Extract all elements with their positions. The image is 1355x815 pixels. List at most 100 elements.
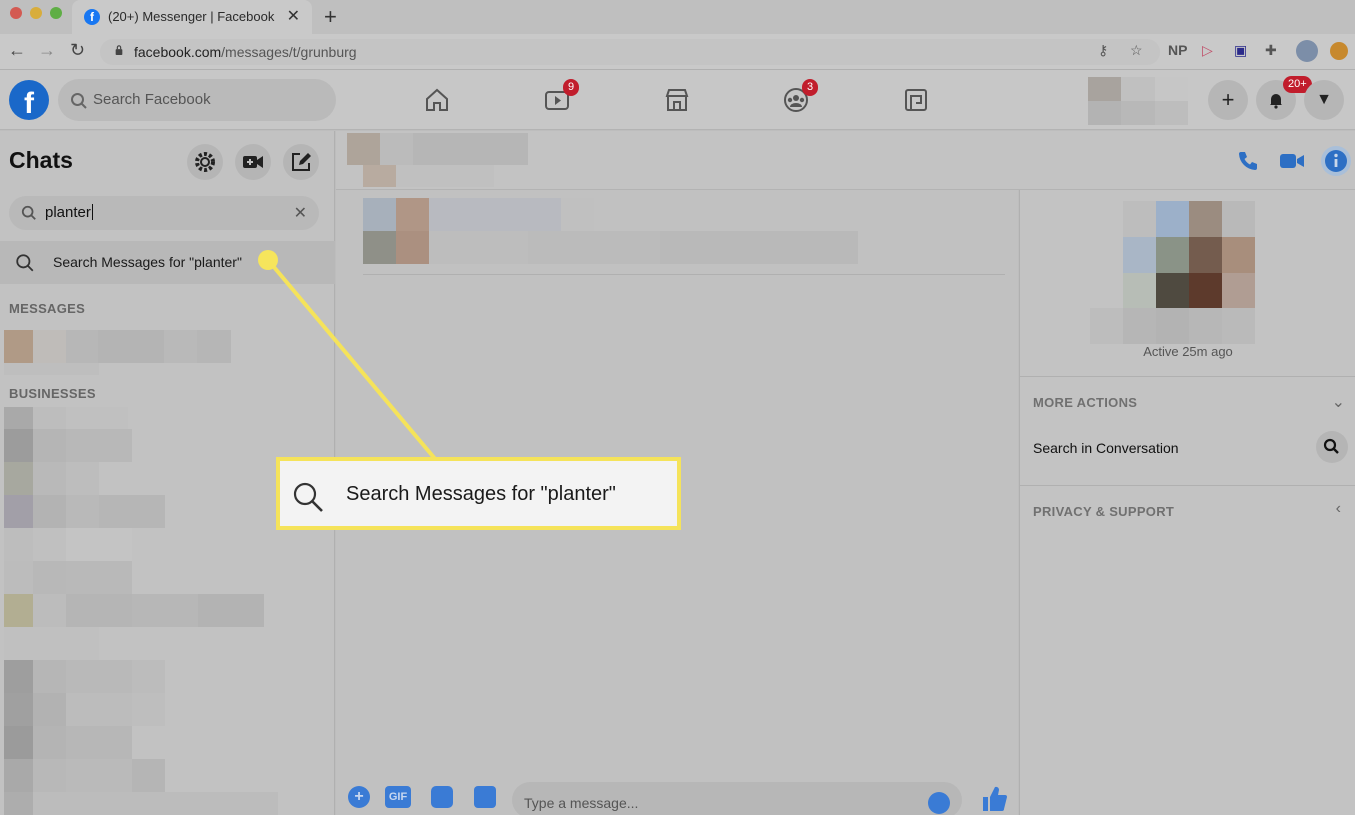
extension-screen-icon[interactable]: ▣ xyxy=(1234,42,1247,59)
facebook-header: f Search Facebook 9 3 + 20+ ▼ xyxy=(0,70,1355,130)
message-composer: + GIF Type a message... xyxy=(336,775,1018,815)
businesses-section-header: BUSINESSES xyxy=(9,386,96,401)
url-path: /messages/t/grunburg xyxy=(221,44,357,60)
conversation-header xyxy=(336,131,1355,190)
tab-close-icon[interactable]: ✕ xyxy=(287,6,300,26)
url-host: facebook.com xyxy=(134,44,222,60)
facebook-search-input[interactable]: Search Facebook xyxy=(58,79,336,121)
video-call-icon[interactable] xyxy=(1279,150,1305,172)
browser-tab-bar: f (20+) Messenger | Facebook ✕ + xyxy=(0,0,1355,34)
reload-icon[interactable]: ↻ xyxy=(70,40,85,61)
emoji-icon[interactable] xyxy=(928,792,950,814)
np-extension-icon[interactable]: NP xyxy=(1168,42,1187,58)
search-icon xyxy=(1323,438,1339,454)
business-result-item[interactable] xyxy=(4,594,264,627)
search-icon xyxy=(21,205,36,220)
chats-title: Chats xyxy=(9,147,73,173)
browser-tab[interactable]: f (20+) Messenger | Facebook ✕ xyxy=(72,0,312,34)
extension-arrow-icon[interactable]: ▷ xyxy=(1202,42,1213,59)
business-result-item[interactable] xyxy=(4,627,99,660)
clear-search-icon[interactable]: ✕ xyxy=(294,203,307,223)
more-actions-header[interactable]: MORE ACTIONS xyxy=(1033,395,1137,410)
gif-button[interactable]: GIF xyxy=(385,786,411,808)
phone-call-icon[interactable] xyxy=(1236,149,1260,173)
new-tab-button[interactable]: + xyxy=(324,4,337,30)
url-field[interactable]: facebook.com/messages/t/grunburg xyxy=(100,39,1160,65)
search-icon xyxy=(16,254,34,272)
video-plus-icon xyxy=(243,156,263,168)
business-result-item[interactable] xyxy=(4,462,99,495)
address-bar-row: ← → ↻ facebook.com/messages/t/grunburg ⚷… xyxy=(0,34,1355,70)
new-video-call-button[interactable] xyxy=(235,144,271,180)
gaming-icon[interactable] xyxy=(902,86,930,114)
bookmark-star-icon[interactable]: ☆ xyxy=(1130,42,1143,59)
lock-icon xyxy=(115,45,123,55)
chat-search-value: planter xyxy=(45,204,91,221)
conversation-info-button[interactable] xyxy=(1321,146,1351,176)
forward-icon[interactable]: → xyxy=(38,40,56,61)
result-divider xyxy=(363,274,1005,275)
active-status: Active 25m ago xyxy=(1143,344,1233,359)
business-result-item[interactable] xyxy=(4,792,278,815)
close-window-button[interactable] xyxy=(10,7,22,19)
business-result-item[interactable] xyxy=(4,693,165,726)
zoom-callout: Search Messages for "planter" xyxy=(276,457,681,530)
message-result-subtext xyxy=(4,363,99,375)
back-icon[interactable]: ← xyxy=(8,40,26,61)
key-icon[interactable]: ⚷ xyxy=(1098,42,1108,59)
bell-icon xyxy=(1270,94,1282,109)
extension-orange-icon[interactable] xyxy=(1330,42,1348,60)
contact-name-blurred[interactable] xyxy=(347,133,528,165)
callout-anchor-dot xyxy=(258,250,278,270)
business-result-item[interactable] xyxy=(4,660,165,693)
profile-shortcut[interactable] xyxy=(1088,77,1188,125)
search-result-message[interactable] xyxy=(363,198,594,231)
tab-title: (20+) Messenger | Facebook xyxy=(108,9,275,24)
account-menu-button[interactable]: ▼ xyxy=(1304,80,1344,120)
contact-avatar-blurred xyxy=(1090,201,1288,344)
search-in-conversation-label[interactable]: Search in Conversation xyxy=(1033,440,1179,456)
business-result-item[interactable] xyxy=(4,407,128,429)
business-result-item[interactable] xyxy=(4,726,132,759)
business-result-item[interactable] xyxy=(4,429,132,462)
photo-icon[interactable] xyxy=(474,786,496,808)
groups-badge: 3 xyxy=(802,79,819,96)
new-message-button[interactable] xyxy=(283,144,319,180)
marketplace-icon[interactable] xyxy=(663,86,691,114)
search-icon xyxy=(293,482,323,512)
message-placeholder: Type a message... xyxy=(524,795,639,811)
chevron-down-icon[interactable]: ⌄ xyxy=(1332,392,1345,412)
settings-button[interactable] xyxy=(187,144,223,180)
business-result-item[interactable] xyxy=(4,561,132,594)
add-attachment-icon[interactable]: + xyxy=(348,786,370,808)
business-result-item[interactable] xyxy=(4,495,165,528)
message-input[interactable]: Type a message... xyxy=(512,782,962,815)
message-result-item[interactable] xyxy=(4,330,231,363)
info-icon xyxy=(1325,150,1347,172)
sticker-icon[interactable] xyxy=(431,786,453,808)
extensions-puzzle-icon[interactable]: ✚ xyxy=(1265,42,1277,59)
search-in-conversation-button[interactable] xyxy=(1316,431,1348,463)
compose-icon xyxy=(292,153,311,171)
minimize-window-button[interactable] xyxy=(30,7,42,19)
chat-search-input[interactable]: planter ✕ xyxy=(9,196,319,230)
panel-divider xyxy=(1020,485,1355,486)
contact-status-blurred xyxy=(363,165,494,187)
search-result-snippet[interactable] xyxy=(363,231,858,264)
facebook-logo-icon[interactable]: f xyxy=(9,80,49,120)
business-result-item[interactable] xyxy=(4,528,132,561)
search-messages-option[interactable]: Search Messages for "planter" xyxy=(0,241,335,284)
callout-label: Search Messages for "planter" xyxy=(346,483,616,505)
thumbs-up-icon[interactable] xyxy=(979,783,1009,813)
text-cursor xyxy=(91,204,93,220)
panel-divider xyxy=(1020,376,1355,377)
profile-avatar-icon[interactable] xyxy=(1296,40,1318,62)
maximize-window-button[interactable] xyxy=(50,7,62,19)
chevron-left-icon[interactable]: ‹ xyxy=(1336,500,1341,518)
business-result-item[interactable] xyxy=(4,759,165,792)
search-placeholder: Search Facebook xyxy=(93,91,211,108)
create-plus-button[interactable]: + xyxy=(1208,80,1248,120)
home-icon[interactable] xyxy=(423,86,451,114)
conversation-info-panel: Active 25m ago MORE ACTIONS ⌄ Search in … xyxy=(1019,190,1355,815)
privacy-support-header[interactable]: PRIVACY & SUPPORT xyxy=(1033,504,1174,519)
